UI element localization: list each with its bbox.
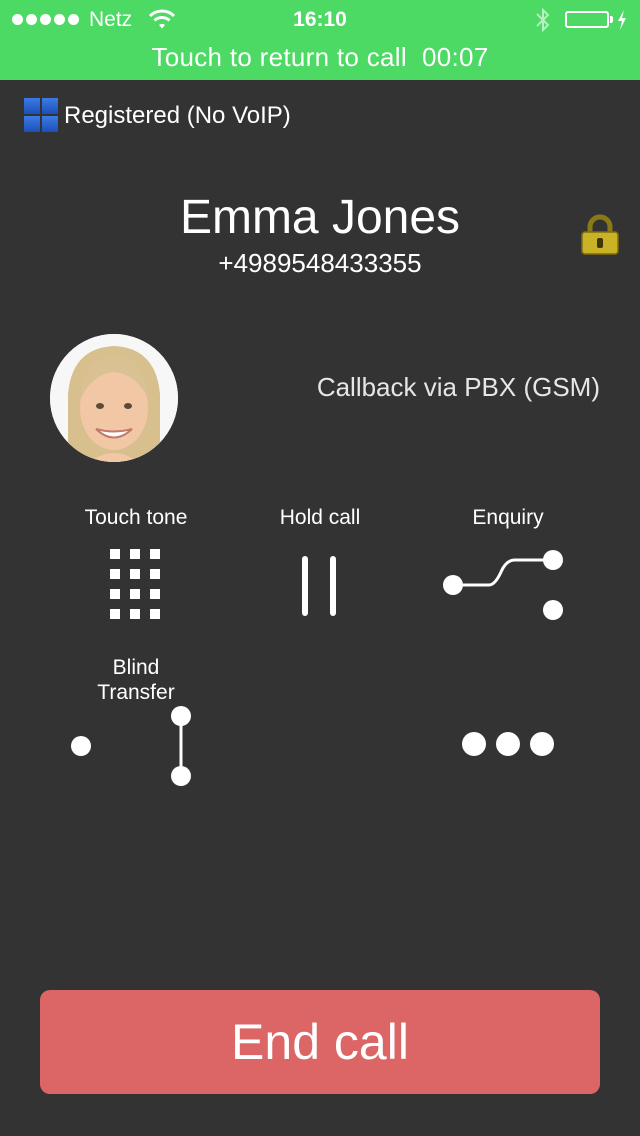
more-options-button[interactable] — [398, 730, 618, 758]
lock-icon — [581, 214, 619, 255]
more-icon — [462, 732, 554, 756]
call-mode: Callback via PBX (GSM) — [316, 372, 600, 402]
end-call-button[interactable]: End call — [40, 990, 600, 1094]
grid-icon — [24, 98, 58, 132]
hold-call-button[interactable]: Hold call — [210, 505, 430, 618]
return-to-call-text: Touch to return to call — [151, 42, 407, 72]
blind-transfer-icon — [71, 706, 191, 786]
blind-transfer-label-line2: Transfer — [97, 681, 175, 704]
hold-call-label: Hold call — [279, 506, 361, 529]
call-banner[interactable]: Netz 16:10 Touch to return to call 00:07 — [0, 0, 640, 80]
contact-avatar — [50, 334, 178, 462]
blind-transfer-button[interactable]: Blind Transfer — [26, 655, 246, 786]
registration-status: Registered (No VoIP) — [64, 102, 291, 129]
enquiry-button[interactable]: Enquiry — [398, 505, 618, 620]
keypad-icon — [110, 549, 160, 619]
enquiry-label: Enquiry — [472, 506, 544, 529]
bluetooth-icon — [536, 7, 550, 33]
blind-transfer-label-line1: Blind — [112, 656, 160, 679]
pause-icon — [302, 556, 336, 616]
status-bar: Netz 16:10 — [0, 0, 640, 40]
enquiry-icon — [443, 550, 563, 620]
end-call-label: End call — [231, 1014, 409, 1070]
battery-icon — [565, 11, 609, 28]
return-to-call-banner[interactable]: Touch to return to call 00:07 — [0, 42, 640, 73]
contact-name: Emma Jones — [179, 191, 461, 244]
contact-number: +4989548433355 — [218, 248, 422, 278]
charging-icon — [618, 10, 626, 30]
battery-tip — [610, 16, 613, 23]
call-duration: 00:07 — [421, 42, 489, 72]
